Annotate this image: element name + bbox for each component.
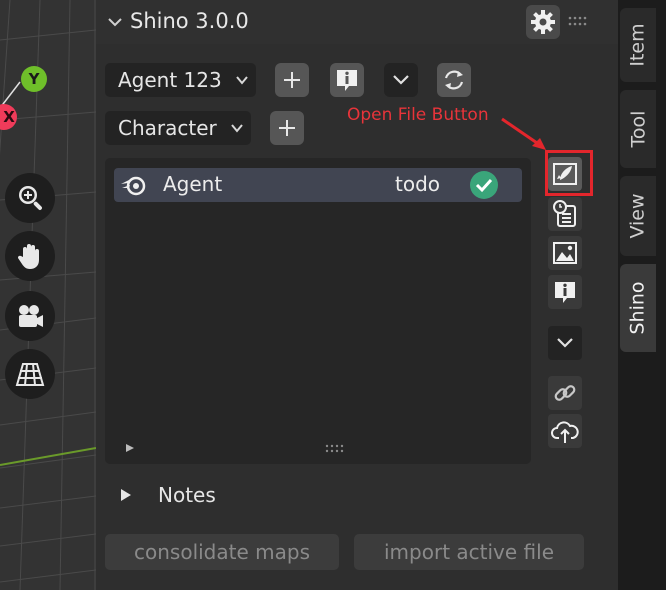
info-icon <box>555 282 575 303</box>
consolidate-maps-button[interactable]: consolidate maps <box>105 534 339 570</box>
3d-viewport[interactable]: Y X <box>0 0 96 590</box>
blender-icon <box>121 176 146 196</box>
perspective-grid-icon <box>15 363 45 386</box>
image-button[interactable] <box>548 236 582 270</box>
tab-shino-label: Shino <box>627 281 649 335</box>
agent-dropdown[interactable]: Agent 123 <box>105 63 256 97</box>
notes-label: Notes <box>158 483 216 507</box>
annotation-label: Open File Button <box>347 105 489 125</box>
tab-view-label: View <box>627 193 649 239</box>
refresh-button[interactable] <box>437 63 471 97</box>
tab-shino[interactable]: Shino <box>620 264 656 352</box>
agent-dropdown-value: Agent 123 <box>118 68 222 92</box>
tab-tool[interactable]: Tool <box>620 90 656 168</box>
info-bubble-icon <box>337 70 357 91</box>
list-item-name: Agent <box>163 172 223 196</box>
refresh-icon <box>444 70 464 90</box>
agent-info-button[interactable] <box>330 63 364 97</box>
plus-icon <box>284 72 300 88</box>
more-tools-button[interactable] <box>548 326 582 360</box>
settings-button[interactable] <box>526 5 560 39</box>
camera-view-button[interactable] <box>5 291 55 341</box>
play-triangle-icon[interactable] <box>125 443 135 453</box>
tab-tool-label: Tool <box>627 110 649 148</box>
axis-y-gizmo[interactable]: Y <box>21 66 47 92</box>
plus-icon <box>279 120 295 136</box>
perspective-toggle-button[interactable] <box>5 349 55 399</box>
panel-header[interactable]: Shino 3.0.0 <box>96 0 618 44</box>
history-notes-button[interactable] <box>548 197 582 231</box>
gear-icon <box>531 10 555 34</box>
chevron-down-icon <box>393 75 409 85</box>
add-agent-button[interactable] <box>275 63 309 97</box>
info-button[interactable] <box>548 275 582 309</box>
chevron-down-icon <box>231 124 243 133</box>
pan-button[interactable] <box>5 231 55 281</box>
character-dropdown-value: Character <box>118 116 217 140</box>
panel-title: Shino 3.0.0 <box>130 9 249 33</box>
list-item[interactable]: Agent todo <box>114 168 522 202</box>
annotation-highlight-box <box>545 150 593 196</box>
shino-panel: Shino 3.0.0 Agent 123 Character Agent to… <box>96 0 618 590</box>
notes-subpanel-header[interactable]: Notes <box>116 480 536 510</box>
add-character-button[interactable] <box>270 111 304 145</box>
list-item-status: todo <box>395 172 441 196</box>
resize-grip-icon[interactable] <box>325 443 347 453</box>
image-icon <box>553 242 577 264</box>
agent-list[interactable]: Agent todo <box>105 158 531 464</box>
link-icon <box>554 385 576 401</box>
collapse-chevron-icon[interactable] <box>106 13 124 31</box>
chevron-down-icon <box>236 76 248 85</box>
sidebar-tab-strip: Item Tool View Shino <box>618 0 666 590</box>
drag-handle-icon[interactable] <box>568 15 590 27</box>
character-dropdown[interactable]: Character <box>105 111 251 145</box>
clock-notes-icon <box>553 200 576 227</box>
agent-menu-button[interactable] <box>384 63 418 97</box>
zoom-button[interactable] <box>5 173 55 223</box>
hand-pan-icon <box>17 244 39 269</box>
cloud-upload-icon <box>551 421 579 443</box>
check-circle-icon <box>470 171 498 199</box>
cloud-upload-button[interactable] <box>548 414 582 448</box>
tab-item[interactable]: Item <box>620 8 656 82</box>
chevron-down-icon <box>557 338 573 348</box>
zoom-icon <box>19 186 42 210</box>
link-button[interactable] <box>548 376 582 410</box>
import-active-file-button[interactable]: import active file <box>354 534 584 570</box>
tab-item-label: Item <box>627 23 650 67</box>
camera-icon <box>19 305 43 327</box>
tab-view[interactable]: View <box>620 176 656 256</box>
expand-triangle-icon <box>121 489 131 501</box>
